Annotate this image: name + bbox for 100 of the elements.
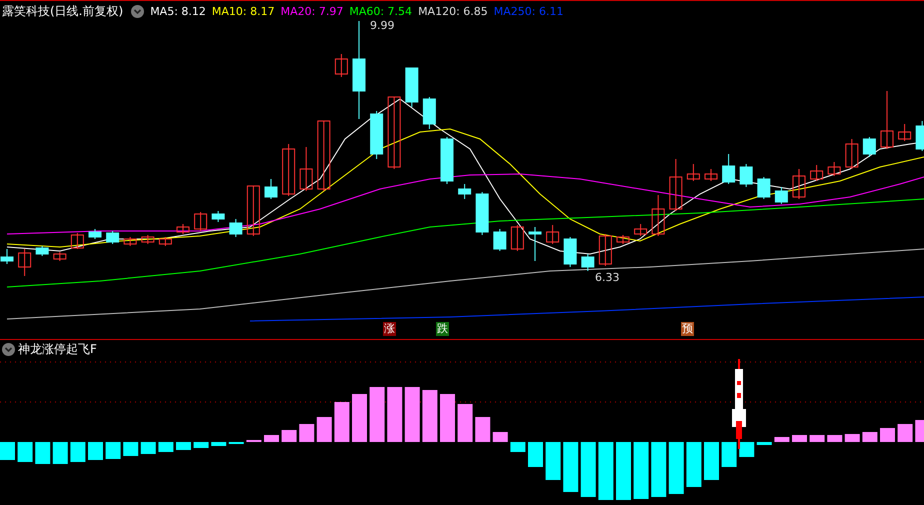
histogram-bar (176, 442, 191, 450)
candlestick (774, 186, 788, 204)
candlestick (106, 230, 120, 244)
histogram-bar (634, 442, 649, 499)
histogram-bar (774, 437, 790, 442)
candlestick (564, 236, 577, 268)
histogram-bar (140, 442, 156, 454)
histogram-bar (827, 435, 842, 442)
histogram-bar (194, 442, 209, 448)
histogram-bar (0, 442, 15, 460)
candlestick (898, 124, 912, 142)
histogram-bar (598, 442, 614, 500)
candlestick (53, 252, 66, 262)
signal-marker: 涨 (383, 322, 396, 336)
candlestick (440, 136, 454, 184)
histogram-bar (475, 417, 490, 442)
histogram-bar (316, 417, 332, 442)
candlestick (828, 162, 841, 176)
histogram-bar (915, 420, 924, 442)
candlestick (528, 226, 542, 262)
histogram-bar (211, 442, 226, 446)
candlestick (669, 158, 682, 212)
candlestick (510, 224, 524, 252)
histogram-bar (756, 442, 772, 445)
candlestick (158, 236, 172, 246)
candlestick (282, 144, 296, 196)
candlestick (616, 234, 630, 244)
rocket-icon (732, 359, 746, 449)
histogram-bar (123, 442, 138, 456)
candlestick (229, 218, 242, 238)
candlestick (880, 90, 894, 150)
candlestick (546, 224, 560, 244)
histogram-bar (686, 442, 702, 487)
signal-marker: 预 (681, 322, 694, 336)
candlestick (18, 248, 32, 276)
candlestick (704, 168, 718, 182)
candlestick (792, 168, 806, 200)
dropdown-icon[interactable] (131, 4, 144, 18)
histogram-bar (844, 434, 860, 442)
ma-value: MA5: 8.12 (150, 4, 206, 18)
candlestick (422, 96, 436, 130)
candlestick (686, 164, 700, 182)
histogram-bar (880, 428, 895, 442)
histogram-bar (616, 442, 631, 500)
histogram-bar (422, 390, 438, 442)
candlestick (212, 210, 225, 222)
candlestick (0, 248, 14, 264)
candlestick (36, 246, 49, 256)
candlestick (581, 254, 594, 272)
histogram-bar (282, 430, 297, 442)
candlestick (88, 228, 102, 240)
histogram-bar (35, 442, 50, 464)
histogram-bar (264, 435, 279, 442)
histogram-bar (722, 442, 737, 467)
candlestick (598, 234, 612, 266)
histogram-bar (52, 442, 68, 464)
histogram-bar (704, 442, 719, 480)
histogram-bar (898, 424, 913, 442)
candlestick (476, 192, 489, 236)
candlestick (740, 164, 753, 188)
candlestick (757, 176, 770, 200)
histogram-bar (739, 442, 754, 457)
histogram-bar (370, 387, 385, 442)
candlestick (370, 110, 384, 160)
histogram-bar (70, 442, 86, 462)
signal-marker: 跌 (436, 322, 449, 336)
histogram-bar (158, 442, 174, 452)
histogram-bar (546, 442, 561, 480)
candlestick (916, 120, 924, 152)
dropdown-icon[interactable] (2, 342, 15, 356)
candlestick (405, 68, 418, 108)
ma-value: MA250: 6.11 (494, 4, 564, 18)
candlestick (246, 186, 260, 236)
histogram-bar (18, 442, 33, 462)
ma-value: MA120: 6.85 (418, 4, 488, 18)
indicator-title: 神龙涨停起飞F (18, 340, 97, 358)
histogram-bar (440, 394, 455, 442)
histogram-bar (352, 394, 367, 442)
candlestick (652, 194, 665, 236)
ma-value: MA60: 7.54 (349, 4, 412, 18)
candlestick (300, 146, 313, 192)
candlestick (264, 178, 278, 200)
candlestick (176, 224, 190, 234)
candlestick (862, 136, 876, 158)
histogram-bar (563, 442, 578, 492)
histogram-bar (404, 387, 420, 442)
candlestick (317, 120, 330, 192)
candlestick (124, 236, 137, 246)
candlestick (493, 228, 506, 252)
histogram-bar (651, 442, 666, 497)
histogram-bar (528, 442, 543, 467)
histogram-bar (668, 442, 684, 494)
candlestick (141, 234, 154, 244)
histogram-bar (580, 442, 596, 497)
histogram-bar (387, 387, 402, 442)
candlestick (845, 138, 858, 170)
price-label: 6.33 (595, 271, 620, 284)
candlestick (810, 164, 824, 182)
histogram-bar (792, 435, 807, 442)
ma-value: MA10: 8.17 (212, 4, 275, 18)
